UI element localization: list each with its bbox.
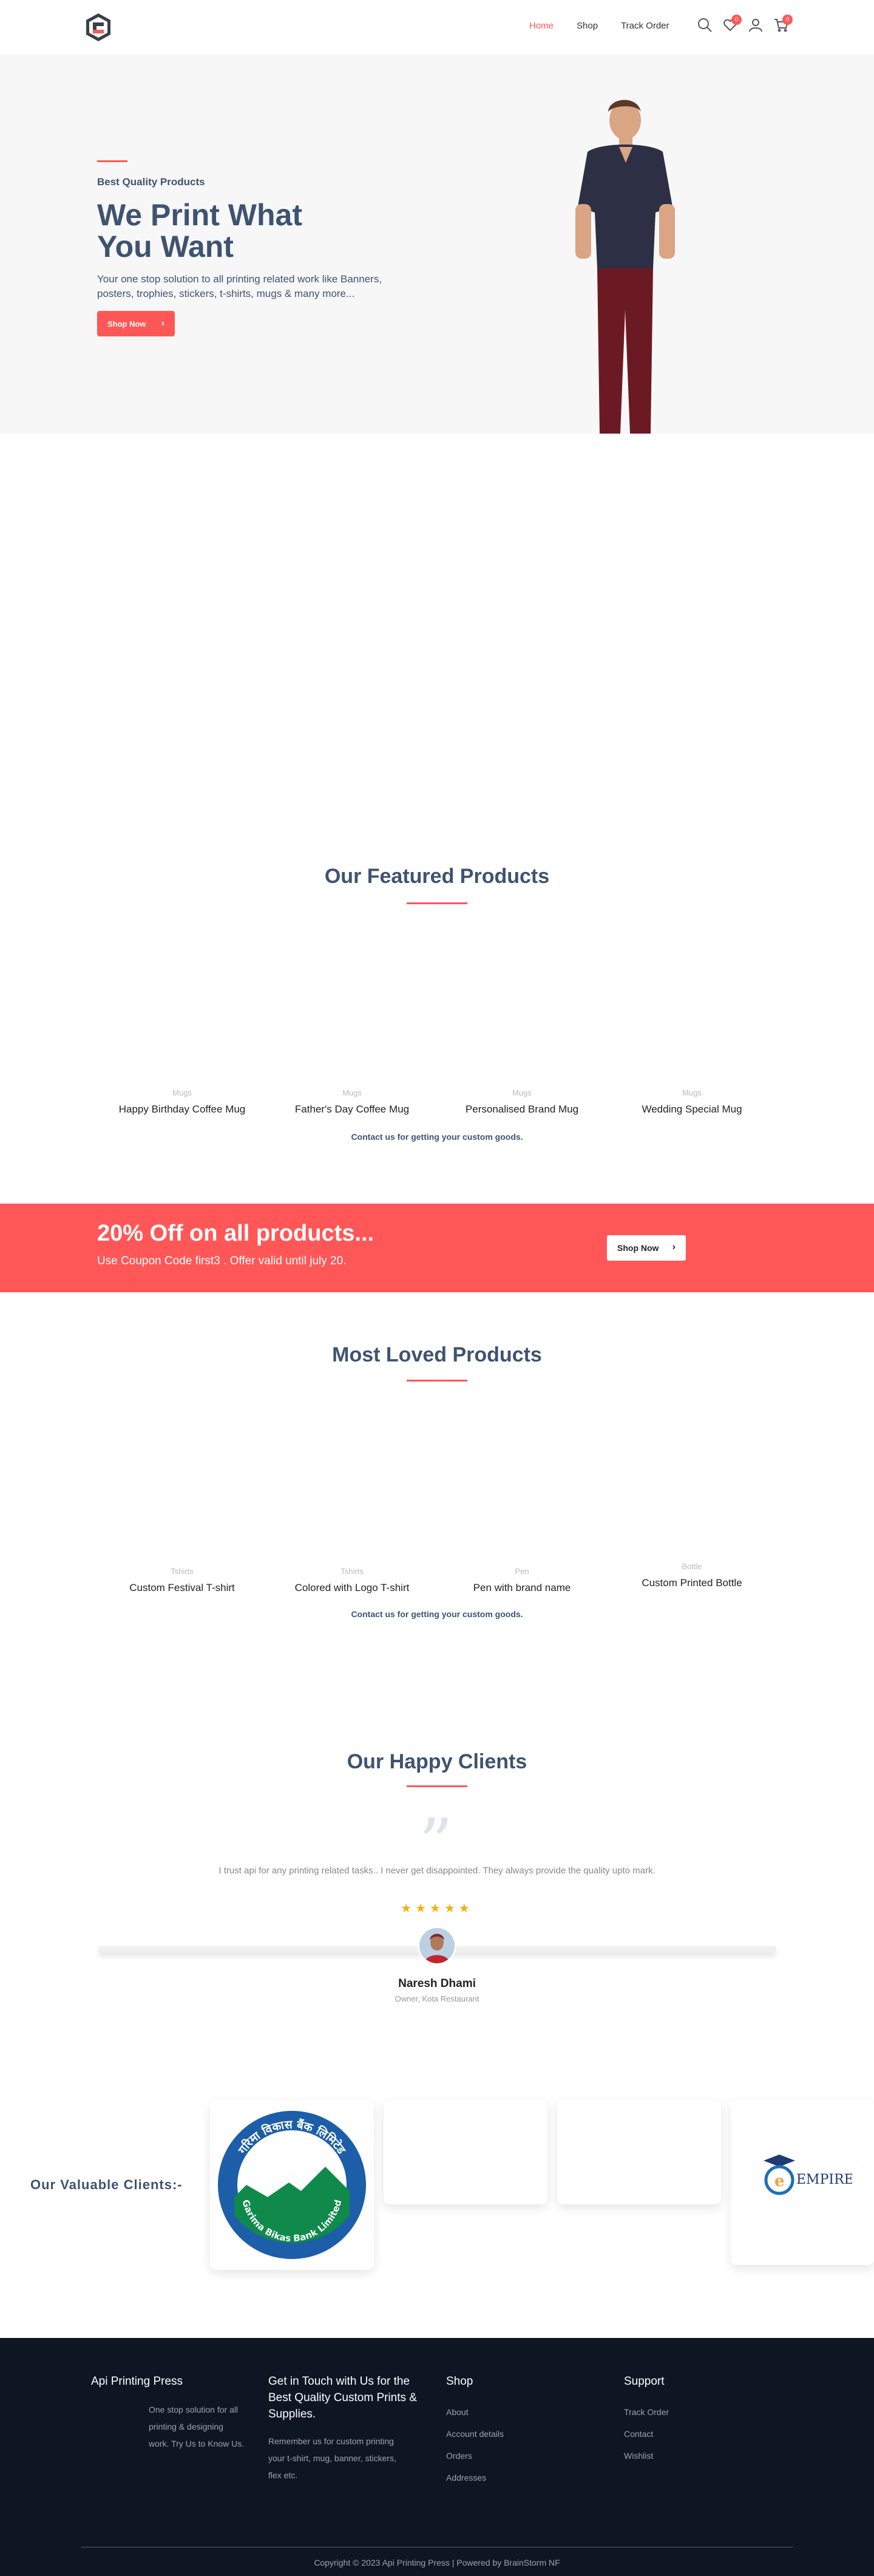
product-category: Mugs [512,1088,532,1097]
featured-contact-text: Contact us for getting your custom goods… [351,1132,523,1142]
loved-products-title: Most Loved Products [332,1343,542,1366]
hero-eyebrow: Best Quality Products [97,176,205,188]
footer-contact-desc-line: Remember us for custom printing [268,2436,394,2446]
hero-accent-line [97,160,127,162]
product-name[interactable]: Custom Printed Bottle [613,1577,771,1589]
footer-link-orders[interactable]: Orders [446,2447,472,2464]
search-icon[interactable] [697,17,715,35]
empire-logo-icon: e EMPIRE [764,2155,852,2195]
footer-link-track-order[interactable]: Track Order [624,2404,669,2421]
valuable-clients-title: Our Valuable Clients:- [30,2177,183,2192]
product-card[interactable]: Bottle Custom Printed Bottle [613,1562,771,1589]
loved-title-underline [407,1380,467,1382]
product-category: Tshirts [340,1567,364,1576]
hero-shop-now-label: Shop Now [107,319,146,329]
footer-contact-title-line: Get in Touch with Us for the [268,2375,410,2388]
product-name[interactable]: Colored with Logo T-shirt [273,1582,431,1594]
product-name[interactable]: Happy Birthday Coffee Mug [103,1103,261,1116]
promo-title: 20% Off on all products... [97,1221,374,1246]
cart-count-badge: 0 [782,15,793,25]
featured-title-underline [407,902,467,904]
footer-contact-desc-line: flex etc. [268,2470,298,2480]
client-logo-card [384,2100,547,2204]
hero-banner: Best Quality Products We Print What You … [0,55,874,434]
promo-shop-now-button[interactable]: Shop Now › [607,1235,686,1261]
promo-shop-now-label: Shop Now [617,1243,659,1253]
garima-bank-logo-icon: गरिमा विकास बैंक लिमिटेड Garima Bikas Ba… [218,2111,366,2259]
footer-support-title: Support [624,2375,665,2388]
footer-link-account-details[interactable]: Account details [446,2425,504,2442]
product-category: Mugs [342,1088,362,1097]
hero-title: We Print What You Want [97,198,302,264]
avatar [418,1926,456,1965]
product-name[interactable]: Wedding Special Mug [613,1103,771,1116]
promo-subtitle: Use Coupon Code first3 . Offer valid unt… [97,1255,347,1267]
footer-brand-desc-line: printing & designing [149,2422,223,2431]
hero-description: Your one stop solution to all printing r… [97,273,382,299]
product-name[interactable]: Custom Festival T-shirt [103,1582,261,1594]
chevron-right-icon: › [161,318,164,329]
client-logo-card: गरिमा विकास बैंक लिमिटेड Garima Bikas Ba… [210,2100,374,2270]
clients-title-underline [407,1785,467,1787]
hero-shop-now-button[interactable]: Shop Now › [97,311,175,336]
wishlist-heart-icon[interactable]: 0 [722,15,742,35]
site-footer: Api Printing Press One stop solution for… [0,2338,874,2576]
empire-logo-text: EMPIRE [796,2172,852,2187]
header-icons: 0 0 [697,15,793,35]
footer-contact-title-line: Best Quality Custom Prints & [268,2391,417,2404]
client-role: Owner, Kota Restaurant [395,1994,479,2003]
footer-copyright: Copyright © 2023 Api Printing Press | Po… [314,2558,560,2567]
svg-text:e: e [774,2172,785,2190]
product-card[interactable]: Mugs Father's Day Coffee Mug [273,1088,431,1116]
product-category: Bottle [682,1562,702,1571]
footer-brand-desc-line: One stop solution for all [149,2405,239,2414]
nav-track-order[interactable]: Track Order [621,21,669,31]
product-card[interactable]: Mugs Happy Birthday Coffee Mug [103,1088,261,1116]
main-nav: Home Shop Track Order [529,21,693,31]
account-user-icon[interactable] [748,17,766,35]
product-name[interactable]: Pen with brand name [443,1582,601,1594]
footer-link-wishlist[interactable]: Wishlist [624,2447,653,2464]
hero-model-image [575,100,675,434]
cart-icon[interactable]: 0 [773,15,793,35]
loved-contact-text: Contact us for getting your custom goods… [351,1609,523,1619]
footer-brand-desc-line: work. Try Us to Know Us. [149,2439,245,2448]
product-card[interactable]: Mugs Personalised Brand Mug [443,1088,601,1116]
quote-icon: ” [419,1804,453,1882]
footer-contact-title-line: Supplies. [268,2408,316,2421]
footer-link-contact[interactable]: Contact [624,2425,653,2442]
product-card[interactable]: Mugs Wedding Special Mug [613,1088,771,1116]
client-logo-card [557,2100,721,2204]
chevron-right-icon: › [672,1242,676,1252]
testimonial-text: I trust api for any printing related tas… [218,1866,656,1876]
product-card[interactable]: Tshirts Custom Festival T-shirt [103,1567,261,1594]
footer-shop-title: Shop [446,2375,473,2388]
product-category: Tshirts [171,1567,194,1576]
client-name: Naresh Dhami [398,1977,476,1990]
featured-products-title: Our Featured Products [324,865,550,888]
client-logo-card: e EMPIRE [731,2100,874,2265]
product-category: Mugs [682,1088,702,1097]
nav-home[interactable]: Home [529,21,554,31]
product-card[interactable]: Tshirts Colored with Logo T-shirt [273,1567,431,1594]
logo-icon[interactable] [84,12,112,43]
product-category: Mugs [172,1088,192,1097]
wishlist-count-badge: 0 [731,15,742,25]
product-card[interactable]: Pen Pen with brand name [443,1567,601,1594]
product-name[interactable]: Personalised Brand Mug [443,1103,601,1116]
product-category: Pen [515,1567,529,1576]
footer-link-addresses[interactable]: Addresses [446,2469,486,2486]
footer-contact-desc-line: your t-shirt, mug, banner, stickers, [268,2453,396,2463]
footer-brand: Api Printing Press [91,2375,183,2388]
promo-banner: 20% Off on all products... Use Coupon Co… [0,1204,874,1292]
product-name[interactable]: Father's Day Coffee Mug [273,1103,431,1116]
site-header: Home Shop Track Order 0 0 [0,0,874,55]
rating-stars-icon: ★★★★★ [401,1902,473,1915]
nav-shop[interactable]: Shop [577,21,598,31]
happy-clients-title: Our Happy Clients [347,1750,527,1773]
footer-link-about[interactable]: About [446,2404,469,2421]
